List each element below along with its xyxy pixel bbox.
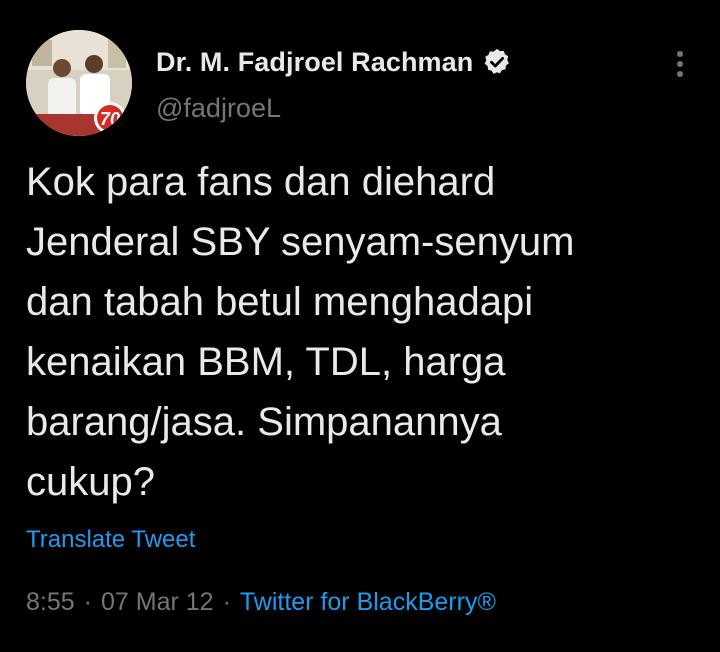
tweet-metadata: 8:55 · 07 Mar 12 · Twitter for BlackBerr…	[26, 588, 496, 617]
tweet-text: Kok para fans dan diehard Jenderal SBY s…	[26, 160, 575, 504]
avatar[interactable]: 70	[26, 30, 132, 136]
avatar-badge-text: 70	[100, 109, 120, 129]
author-line: Dr. M. Fadjroel Rachman	[156, 40, 512, 84]
translate-tweet-link[interactable]: Translate Tweet	[26, 526, 195, 554]
separator-dot: ·	[222, 588, 231, 616]
display-name[interactable]: Dr. M. Fadjroel Rachman	[156, 47, 473, 78]
more-vertical-icon[interactable]	[668, 46, 692, 82]
tweet-card: 70 Dr. M. Fadjroel Rachman @fadjroeL Kok…	[0, 0, 720, 652]
tweet-source-link[interactable]: Twitter for BlackBerry®	[240, 588, 496, 617]
avatar-photo: 70	[26, 30, 132, 136]
user-handle[interactable]: @fadjroeL	[156, 93, 281, 124]
tweet-date[interactable]: 07 Mar 12	[101, 588, 214, 617]
tweet-time[interactable]: 8:55	[26, 588, 75, 617]
verified-badge-icon	[482, 47, 512, 77]
separator-dot: ·	[83, 588, 92, 616]
